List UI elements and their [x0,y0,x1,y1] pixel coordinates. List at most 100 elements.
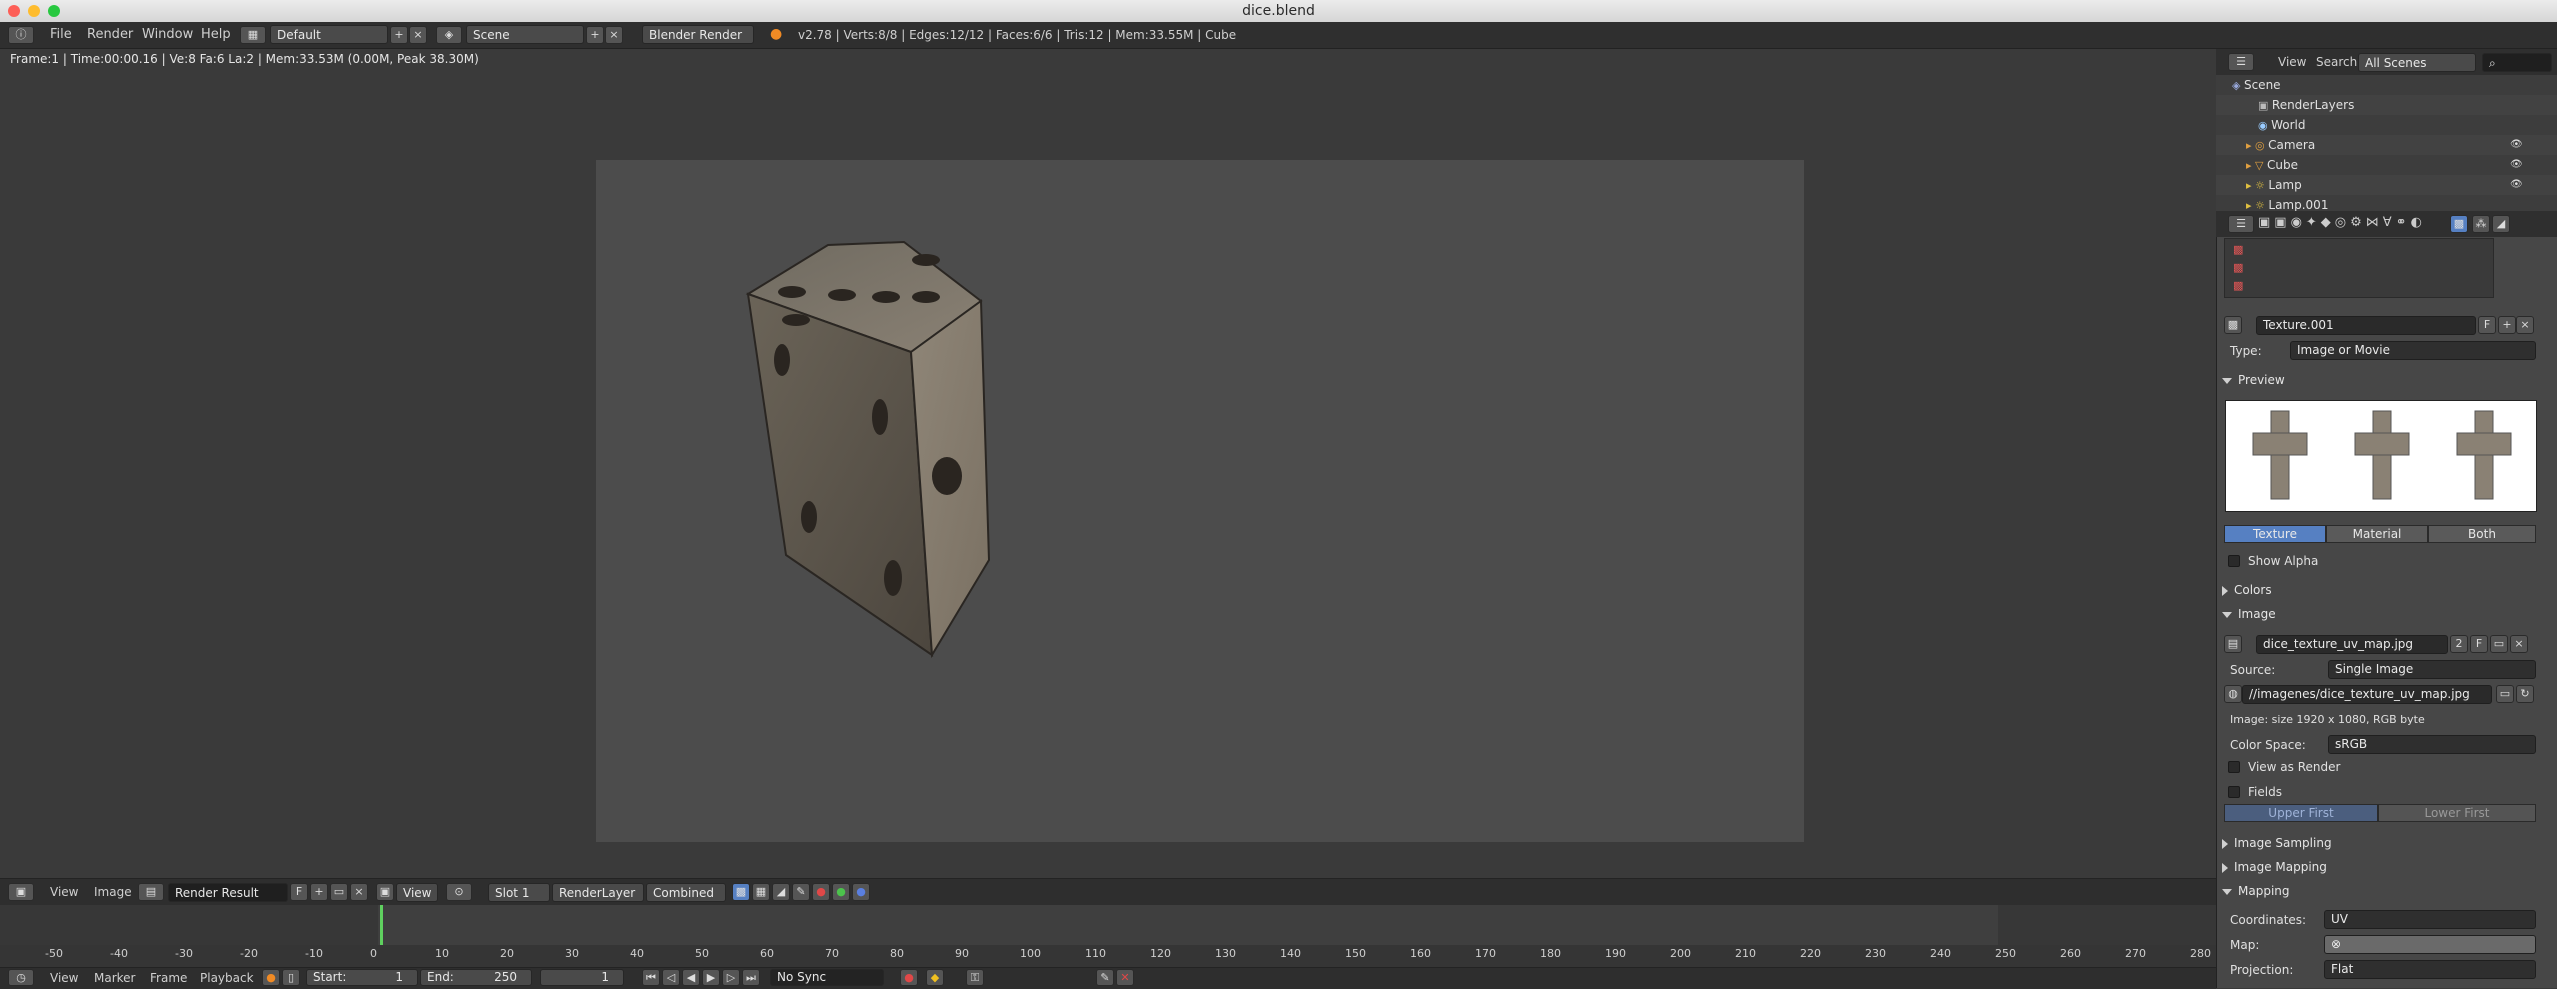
unlink-image-icon[interactable]: × [350,883,368,901]
texture-type-select[interactable]: Image or Movie [2290,341,2536,360]
scene-icon[interactable]: ◈ [436,26,462,44]
play-reverse-icon[interactable]: ◀ [682,969,700,986]
preview-tab-both[interactable]: Both [2428,525,2536,543]
preview-tab-texture[interactable]: Texture [2224,525,2326,543]
menu-render[interactable]: Render [87,27,133,42]
visibility-eye-icon[interactable]: 👁 [2510,175,2523,195]
context-tabs[interactable]: ▣▣◉✦◆◎⚙⋈∀⚭◐ [2258,215,2426,230]
outliner-menu-search[interactable]: Search [2316,55,2357,69]
scene-select[interactable]: Scene [466,25,584,44]
color-picker-icon[interactable]: ✎ [792,883,810,901]
timeline-menu-playback[interactable]: Playback [200,971,254,985]
show-alpha-checkbox[interactable] [2228,555,2240,567]
texture-tab-icon[interactable]: ▩ [2450,215,2468,233]
texture-name-field[interactable]: Texture.001 [2256,316,2476,335]
render-layer-select[interactable]: RenderLayer [552,883,644,902]
outliner-row-lamp-001[interactable]: ▸ ☼ Lamp.001 [2216,195,2557,211]
frame-ruler[interactable]: -50 -40 -30 -20 -10 0 10 20 30 40 50 60 70 80 90 100 110… [0,945,2216,967]
texture-unlink-icon[interactable]: × [2516,316,2534,334]
outliner-row-renderlayers[interactable]: ▣ RenderLayers [2216,95,2557,115]
outliner-search-field[interactable]: ⌕ [2482,53,2552,72]
outliner-row-world[interactable]: ◉ World [2216,115,2557,135]
image-sampling-panel-header[interactable]: Image Sampling [2222,833,2534,853]
outliner-row-cube[interactable]: ▸ ▽ Cube 👁 [2216,155,2557,175]
red-channel-icon[interactable]: ● [812,883,830,901]
color-space-select[interactable]: sRGB [2328,735,2536,754]
end-frame-field[interactable]: End: 250 [420,969,532,986]
menu-help[interactable]: Help [201,27,231,42]
filepath-field[interactable]: //imagenes/dice_texture_uv_map.jpg [2242,685,2492,704]
image-name-field[interactable]: dice_texture_uv_map.jpg [2256,635,2448,654]
menu-view[interactable]: View [50,885,78,899]
next-key-icon[interactable]: ▷ [722,969,740,986]
add-scene-icon[interactable]: + [586,26,604,44]
image-browse-icon[interactable]: ▤ [2224,635,2242,653]
image-name-field[interactable]: Render Result [168,883,288,902]
lock-icon[interactable]: ▯ [282,969,300,986]
texture-new-icon[interactable]: + [2498,316,2516,334]
jump-start-icon[interactable]: ⏮ [642,969,660,986]
image-open-icon[interactable]: ▭ [2490,635,2508,653]
editor-type-icon[interactable]: ⓘ [8,26,34,44]
slot-select[interactable]: Slot 1 [488,883,550,902]
menu-window[interactable]: Window [142,27,193,42]
editor-type-icon[interactable]: ▣ [8,883,34,901]
field-order-upper[interactable]: Upper First [2224,804,2378,822]
image-mapping-panel-header[interactable]: Image Mapping [2222,857,2534,877]
clock-icon[interactable]: ◷ [8,969,34,986]
image-users-count[interactable]: 2 [2450,635,2468,653]
fields-checkbox[interactable] [2228,786,2240,798]
current-frame-line[interactable] [380,905,383,945]
outliner-type-icon[interactable]: ☰ [2228,53,2254,71]
fake-user-button[interactable]: F [290,883,308,901]
texture-browse-icon[interactable]: ▩ [2224,316,2242,334]
layout-grid-icon[interactable]: ▦ [240,26,266,44]
new-image-icon[interactable]: + [310,883,328,901]
menu-image[interactable]: Image [94,885,132,899]
timeline-menu-view[interactable]: View [50,971,78,985]
blue-channel-icon[interactable]: ● [852,883,870,901]
preview-tab-material[interactable]: Material [2326,525,2428,543]
outliner-filter-select[interactable]: All Scenes [2358,53,2476,72]
pivot-icon[interactable]: ⊙ [446,883,472,901]
render-engine-select[interactable]: Blender Render [642,25,754,44]
image-unlink-icon[interactable]: × [2510,635,2528,653]
pack-icon[interactable]: ◍ [2224,685,2242,703]
projection-select[interactable]: Flat [2324,960,2536,979]
image-browse-icon[interactable]: ▤ [138,883,164,901]
insert-key-icon[interactable]: ✎ [1096,969,1114,986]
uv-map-field[interactable]: ⊗ [2324,935,2536,954]
record-icon[interactable]: ● [900,969,918,986]
physics-tab-icon[interactable]: ◢ [2492,215,2510,233]
outliner-row-scene[interactable]: ◈ Scene [2216,75,2557,95]
layout-select[interactable]: Default [270,25,388,44]
play-icon[interactable]: ▶ [702,969,720,986]
texture-slot-list[interactable]: ▩ ▩ ▩ [2224,238,2494,298]
coordinates-select[interactable]: UV [2324,910,2536,929]
current-frame-field[interactable]: 1 [540,969,624,986]
delete-key-icon[interactable]: ✕ [1116,969,1134,986]
start-frame-field[interactable]: Start: 1 [306,969,418,986]
keying-icon[interactable]: ⚿ [966,969,984,986]
jump-end-icon[interactable]: ⏭ [742,969,760,986]
texture-fake-user[interactable]: F [2478,316,2496,334]
keyframe-icon[interactable]: ◆ [926,969,944,986]
keying-set-icon[interactable]: ● [262,969,280,986]
outliner-row-lamp[interactable]: ▸ ☼ Lamp 👁 [2216,175,2557,195]
source-select[interactable]: Single Image [2328,660,2536,679]
properties-type-icon[interactable]: ☰ [2228,215,2254,233]
remove-layout-icon[interactable]: × [409,26,427,44]
image-fake-user[interactable]: F [2470,635,2488,653]
view-select[interactable]: View [396,883,438,902]
green-channel-icon[interactable]: ● [832,883,850,901]
draw-zbuffer-icon[interactable]: ◢ [772,883,790,901]
draw-alpha-icon[interactable]: ▦ [752,883,770,901]
draw-rgba-icon[interactable]: ▩ [732,883,750,901]
field-order-lower[interactable]: Lower First [2378,804,2536,822]
visibility-eye-icon[interactable]: 👁 [2510,135,2523,155]
outliner-menu-view[interactable]: View [2278,55,2306,69]
render-pass-select[interactable]: Combined [646,883,726,902]
remove-scene-icon[interactable]: × [605,26,623,44]
reload-image-icon[interactable]: ↻ [2516,685,2534,703]
browse-file-icon[interactable]: ▭ [2496,685,2514,703]
